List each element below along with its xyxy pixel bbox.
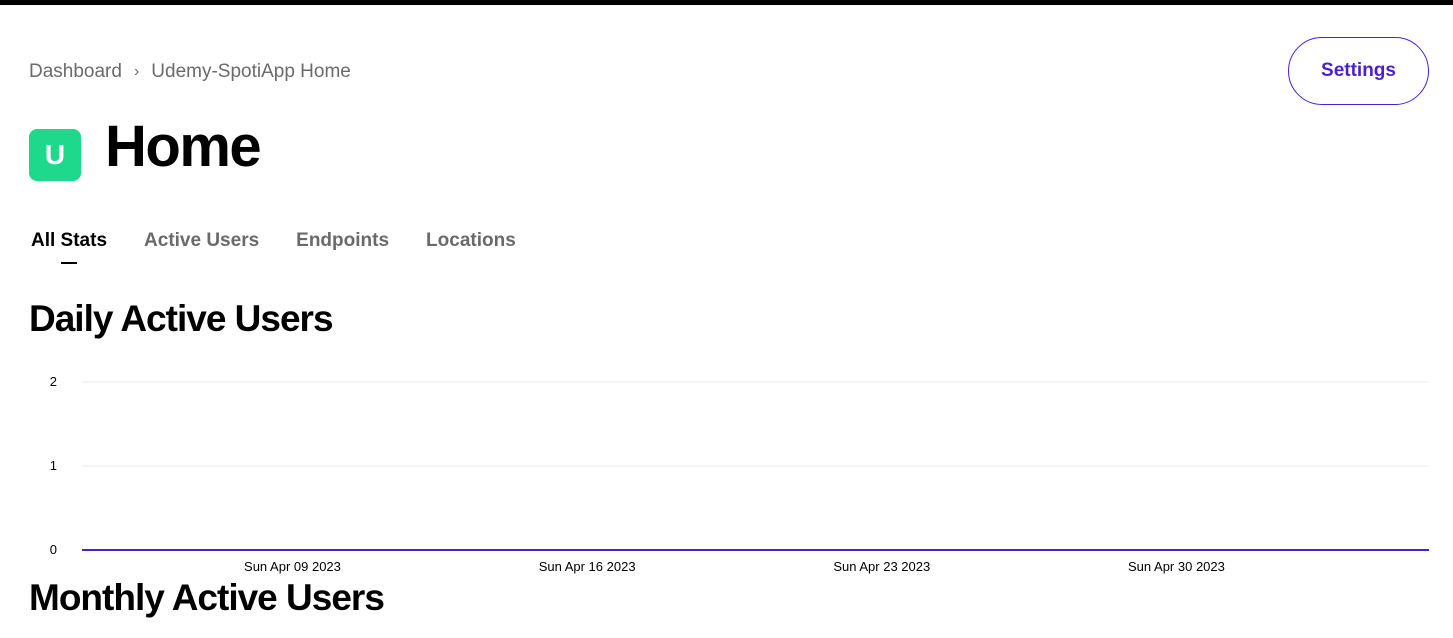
settings-button[interactable]: Settings xyxy=(1288,37,1429,105)
tab-active-users[interactable]: Active Users xyxy=(142,228,261,254)
tab-all-stats[interactable]: All Stats xyxy=(29,228,109,264)
x-tick-label: Sun Apr 30 2023 xyxy=(1128,559,1225,574)
tab-endpoints[interactable]: Endpoints xyxy=(294,228,391,254)
chevron-right-icon: › xyxy=(133,63,140,80)
breadcrumb: Dashboard › Udemy-SpotiApp Home xyxy=(29,60,351,84)
tab-label: Active Users xyxy=(144,230,260,251)
tab-locations[interactable]: Locations xyxy=(424,228,518,254)
breadcrumb-dashboard-link[interactable]: Dashboard xyxy=(29,61,122,83)
daily-active-users-title: Daily Active Users xyxy=(29,298,334,339)
top-bar xyxy=(0,0,1453,5)
breadcrumb-current: Udemy-SpotiApp Home xyxy=(151,61,351,82)
tab-label: Endpoints xyxy=(296,230,390,251)
y-tick-label: 1 xyxy=(50,458,57,473)
page-title: Home xyxy=(105,114,262,179)
y-tick-label: 0 xyxy=(50,542,57,557)
y-tick-label: 2 xyxy=(50,374,57,389)
tab-label: All Stats xyxy=(31,230,108,251)
active-tab-indicator xyxy=(61,262,78,264)
x-tick-label: Sun Apr 16 2023 xyxy=(539,559,636,574)
tab-bar: All Stats Active Users Endpoints Locatio… xyxy=(29,228,551,264)
tab-label: Locations xyxy=(426,230,516,251)
x-tick-label: Sun Apr 09 2023 xyxy=(244,559,341,574)
x-tick-label: Sun Apr 23 2023 xyxy=(833,559,930,574)
monthly-active-users-title: Monthly Active Users xyxy=(29,577,385,618)
app-avatar: U xyxy=(29,129,81,181)
daily-active-users-chart: 0 1 2 Sun Apr 09 2023 Sun Apr 16 2023 Sun Apr… xyxy=(50,374,1429,574)
